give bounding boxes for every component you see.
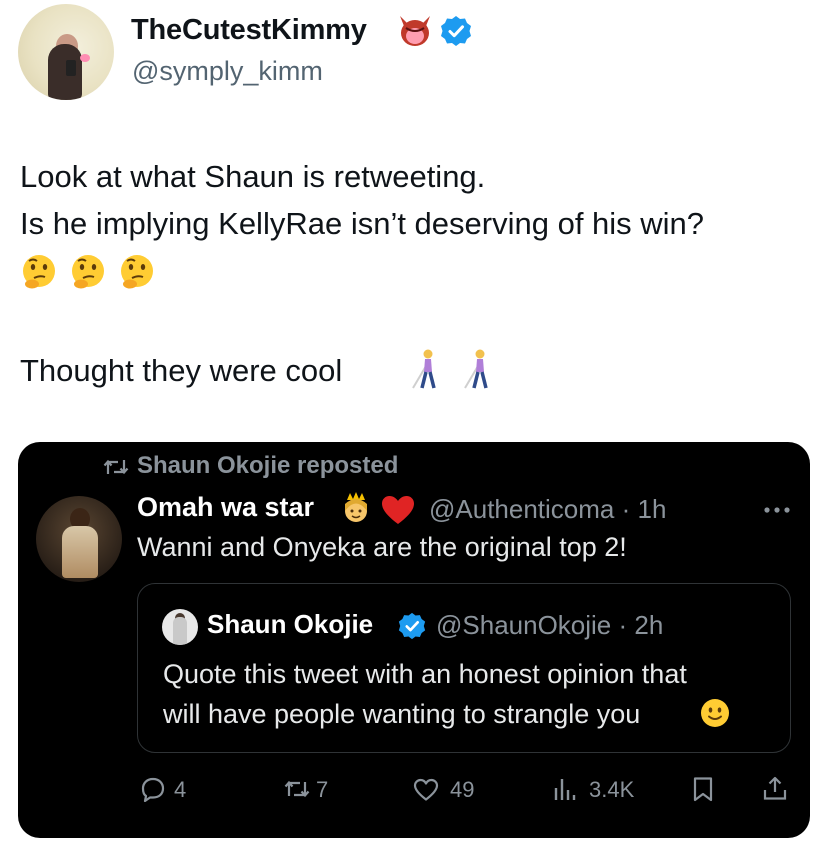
tweet-text-line-3: Thought they were cool bbox=[20, 353, 343, 388]
omah-display-name[interactable]: Omah wa star bbox=[137, 492, 314, 523]
repost-label[interactable]: Shaun Okojie reposted bbox=[137, 452, 398, 480]
retweet-count: 7 bbox=[316, 777, 329, 802]
shaun-avatar[interactable] bbox=[162, 609, 198, 645]
author-avatar[interactable] bbox=[18, 4, 114, 100]
red-heart-emoji-icon bbox=[382, 496, 414, 524]
tweet-text-line-2: Is he implying KellyRae isn’t deserving … bbox=[20, 206, 705, 241]
like-count: 49 bbox=[450, 777, 475, 802]
reply-count: 4 bbox=[174, 777, 187, 802]
repost-icon bbox=[103, 459, 129, 475]
retweet-icon[interactable] bbox=[284, 776, 310, 802]
devil-tongue-emoji-icon bbox=[400, 16, 430, 46]
thinking-face-emoji-icon bbox=[121, 255, 153, 289]
author-display-name[interactable]: TheCutestKimmy bbox=[131, 14, 367, 47]
person-with-white-cane-emoji-icon bbox=[412, 349, 436, 389]
slightly-smiling-face-emoji-icon bbox=[701, 699, 729, 727]
quoted-tweet-text-line-1: Quote this tweet with an honest opinion … bbox=[163, 659, 687, 689]
shaun-handle-time[interactable]: @ShaunOkojie · 2h bbox=[436, 610, 663, 641]
views-count: 3.4K bbox=[589, 777, 635, 802]
tweet-text-line-1: Look at what Shaun is retweeting. bbox=[20, 159, 486, 194]
share-icon[interactable] bbox=[762, 775, 788, 801]
thinking-face-emoji-icon bbox=[23, 255, 55, 289]
like-heart-icon[interactable] bbox=[413, 777, 439, 803]
quoted-tweet-text-line-2: will have people wanting to strangle you bbox=[163, 699, 641, 729]
princess-emoji-icon bbox=[345, 492, 367, 522]
views-chart-icon[interactable] bbox=[552, 776, 578, 802]
thinking-face-emoji-icon bbox=[72, 255, 104, 289]
author-handle[interactable]: @symply_kimm bbox=[132, 56, 323, 87]
verified-badge-icon bbox=[398, 612, 426, 640]
reply-icon[interactable] bbox=[140, 776, 166, 802]
shaun-display-name[interactable]: Shaun Okojie bbox=[207, 609, 373, 640]
omah-handle-time[interactable]: @Authenticoma · 1h bbox=[429, 494, 666, 525]
embedded-tweet-text: Wanni and Onyeka are the original top 2! bbox=[137, 532, 627, 562]
person-with-white-cane-emoji-icon bbox=[464, 349, 488, 389]
more-options-icon[interactable] bbox=[762, 505, 792, 515]
verified-badge-icon bbox=[441, 16, 471, 46]
bookmark-icon[interactable] bbox=[690, 776, 716, 802]
omah-avatar[interactable] bbox=[36, 496, 122, 582]
